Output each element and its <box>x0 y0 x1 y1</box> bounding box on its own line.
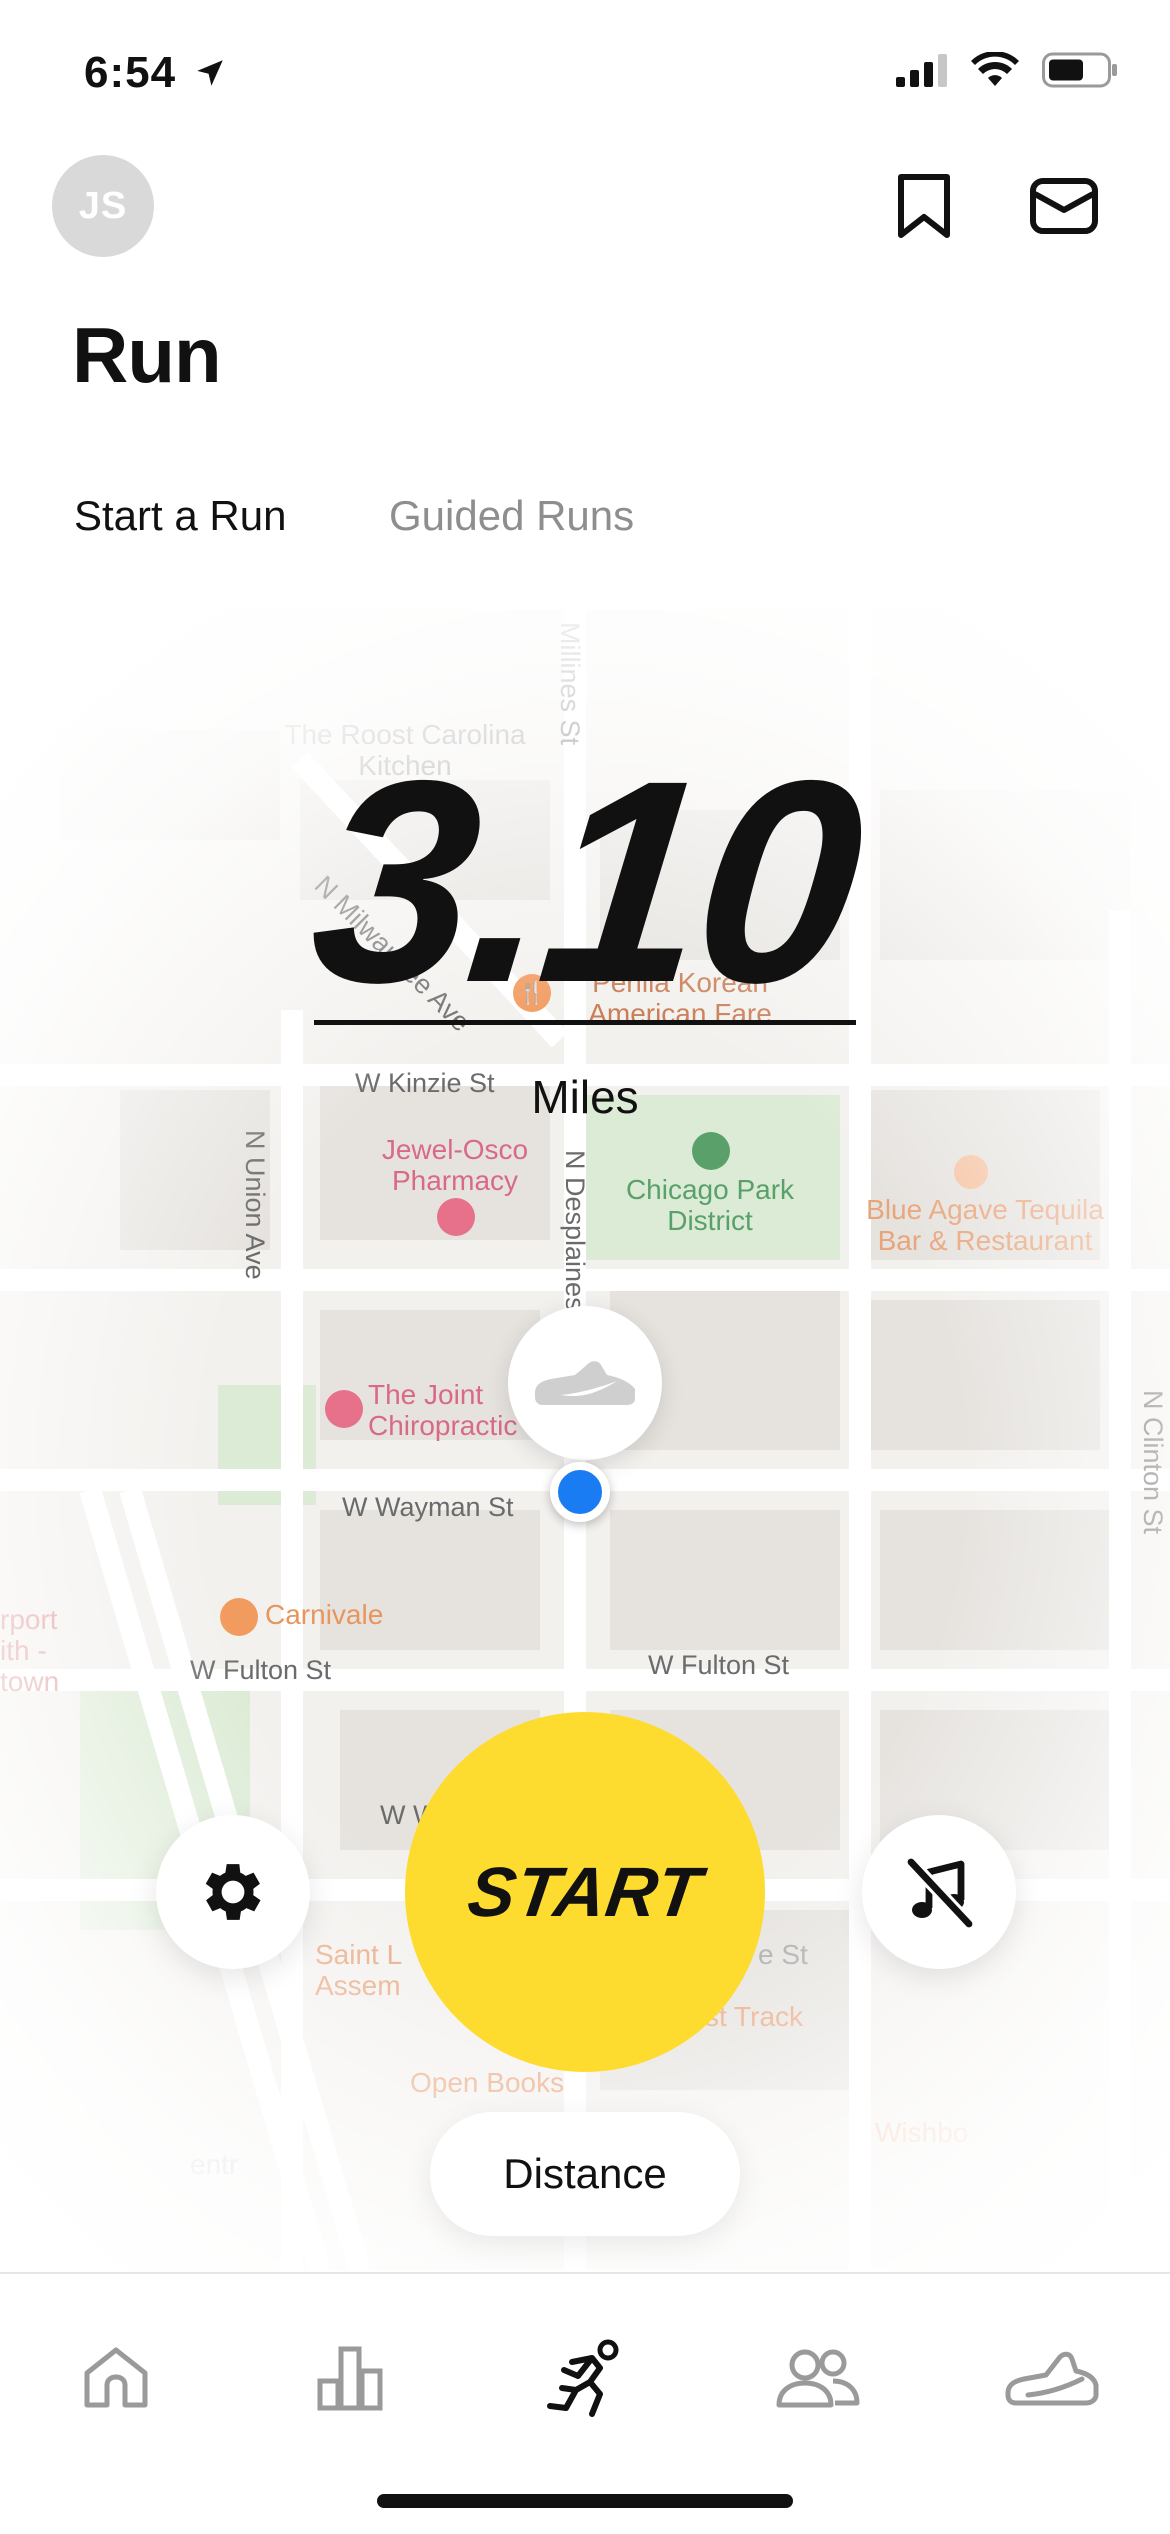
place-label: rport ith - town <box>0 1604 60 1697</box>
place-label: e St <box>758 1939 808 1970</box>
avatar-initials: JS <box>78 184 128 227</box>
tab-club[interactable] <box>758 2318 878 2438</box>
goal-type-label: Distance <box>503 2150 667 2197</box>
wifi-icon <box>971 52 1019 86</box>
street-label: W Wayman St <box>342 1492 514 1522</box>
mail-icon <box>1030 178 1098 234</box>
music-off-icon <box>906 1857 974 1929</box>
saved-button[interactable] <box>886 168 962 244</box>
tab-start-a-run[interactable]: Start a Run <box>74 492 286 540</box>
distance-value[interactable]: 3.10 <box>0 721 1170 1043</box>
place-label: Wishbo <box>875 2117 969 2148</box>
place-label: Carnivale <box>265 1599 384 1630</box>
battery-icon <box>1042 52 1117 88</box>
park-icon <box>692 1132 730 1170</box>
run-icon <box>547 2339 619 2417</box>
shoe-pin[interactable] <box>508 1306 662 1460</box>
chiropractic-icon <box>325 1390 363 1428</box>
bookmark-icon <box>898 174 950 238</box>
tab-activity[interactable] <box>290 2318 410 2438</box>
activity-icon <box>317 2346 383 2411</box>
tab-shoes[interactable] <box>992 2318 1112 2438</box>
gear-icon <box>205 1864 261 1920</box>
current-location-dot <box>550 1462 610 1522</box>
start-label: START <box>463 1853 707 1931</box>
place-label: Open Books <box>410 2067 565 2098</box>
page-title: Run <box>72 311 222 399</box>
place-label: Chicago Park District <box>625 1174 795 1236</box>
street-label: W Fulton St <box>648 1650 790 1680</box>
tab-guided-runs[interactable]: Guided Runs <box>389 492 634 540</box>
status-indicators <box>896 52 1118 88</box>
status-time: 6:54 <box>84 48 227 98</box>
location-arrow-icon <box>197 60 224 86</box>
distance-underline <box>314 1020 856 1025</box>
place-label: Jewel-Osco Pharmacy <box>381 1134 529 1196</box>
pharmacy-icon <box>437 1198 475 1236</box>
start-button[interactable]: START <box>405 1712 765 2072</box>
club-icon <box>776 2349 860 2408</box>
music-button[interactable] <box>862 1815 1016 1969</box>
restaurant-icon <box>220 1598 258 1636</box>
settings-button[interactable] <box>156 1815 310 1969</box>
home-indicator <box>377 2494 793 2508</box>
place-label: entr <box>190 2149 239 2180</box>
shoe-icon <box>1005 2351 1099 2406</box>
street-label: N Clinton St <box>1138 1390 1168 1535</box>
avatar[interactable]: JS <box>52 155 154 257</box>
inbox-button[interactable] <box>1026 168 1102 244</box>
street-label: N Union Ave <box>240 1130 270 1280</box>
home-icon <box>84 2347 148 2408</box>
distance-unit: Miles <box>531 1071 639 1123</box>
place-label: Saint L Assem <box>315 1939 402 2001</box>
cellular-signal-icon <box>896 54 947 87</box>
restaurant-icon <box>954 1155 988 1189</box>
tab-run[interactable] <box>524 2318 644 2438</box>
street-label: N Desplaines <box>560 1150 590 1311</box>
street-label: W Fulton St <box>190 1655 332 1685</box>
place-label: Blue Agave Tequila Bar & Restaurant <box>866 1194 1104 1256</box>
shoe-icon <box>535 1361 635 1405</box>
goal-type-button[interactable]: Distance <box>430 2112 740 2236</box>
tab-home[interactable] <box>56 2318 176 2438</box>
